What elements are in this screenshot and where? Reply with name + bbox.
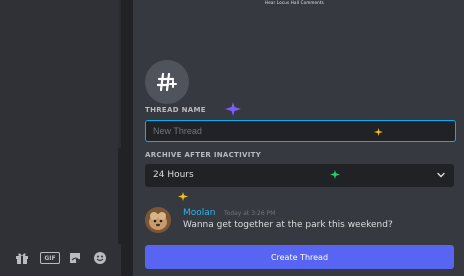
top-caption: Hear Locus Hall Comments — [265, 0, 324, 5]
sparkle-icon — [178, 192, 188, 201]
thread-name-label: THREAD NAME — [145, 106, 206, 114]
gift-icon[interactable] — [14, 250, 30, 265]
sparkle-icon — [225, 102, 241, 116]
message-author[interactable]: Moolan — [183, 208, 216, 218]
archive-label: ARCHIVE AFTER INACTIVITY — [145, 151, 262, 159]
panel-divider — [121, 0, 133, 276]
gif-label: GIF — [44, 254, 56, 262]
message-text: Wanna get together at the park this week… — [183, 220, 393, 230]
thread-name-input[interactable] — [145, 120, 456, 142]
gif-button[interactable]: GIF — [40, 252, 60, 264]
chevron-down-icon — [437, 172, 445, 178]
avatar[interactable] — [145, 207, 171, 233]
sparkle-icon — [374, 128, 383, 136]
archive-duration-value: 24 Hours — [153, 170, 194, 180]
message-timestamp: Today at 3:26 PM — [224, 210, 276, 217]
sparkle-icon — [330, 170, 340, 179]
left-panel — [0, 0, 121, 276]
thread-icon — [145, 60, 189, 104]
emoji-icon[interactable] — [92, 250, 108, 265]
create-thread-button[interactable]: Create Thread — [145, 245, 454, 269]
sticker-icon[interactable] — [67, 250, 83, 265]
archive-duration-select[interactable]: 24 Hours — [145, 164, 454, 187]
